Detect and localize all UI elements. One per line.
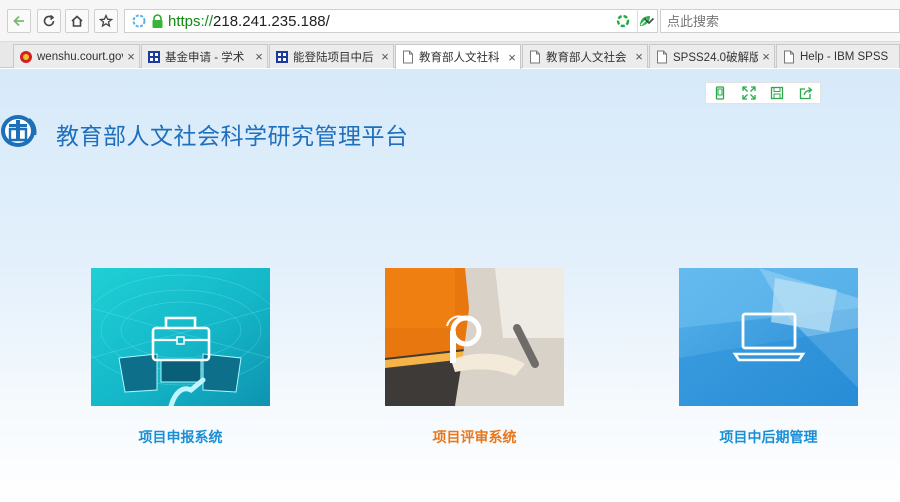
project-review-illustration (385, 268, 564, 406)
page-content: 教育部人文社会科学研究管理平台 项目申报系统 项目评审系统 项目中后期管理 (0, 69, 900, 502)
back-arrow-icon (13, 15, 24, 27)
recycle-icon[interactable] (615, 13, 631, 29)
refresh-button[interactable] (37, 9, 61, 33)
tab-label: 教育部人文社会 (546, 51, 627, 64)
project-application-card[interactable] (91, 268, 270, 406)
tab-fund-application[interactable]: 基金申请 - 学术 × (141, 44, 268, 68)
tab-label: 基金申请 - 学术 (165, 51, 245, 64)
moe-logo-icon (1, 115, 37, 147)
refresh-icon (43, 14, 55, 27)
share-icon[interactable] (799, 86, 813, 100)
home-button[interactable] (65, 9, 89, 33)
page-icon (782, 50, 796, 64)
tab-moe-humanities-2[interactable]: 教育部人文社会 × (522, 44, 648, 68)
back-button[interactable] (7, 9, 31, 33)
page-icon (401, 50, 415, 64)
tab-label: 能登陆项目中后 (293, 51, 374, 64)
tab-spss-crack[interactable]: SPSS24.0破解版 × (649, 44, 775, 68)
save-icon[interactable] (770, 86, 784, 100)
project-review-card[interactable] (385, 268, 564, 406)
home-icon (71, 15, 83, 27)
site-identity-icon (132, 14, 146, 28)
fullscreen-icon[interactable] (742, 86, 756, 100)
chevron-down-icon (643, 17, 654, 25)
moe-logo (0, 111, 44, 156)
favorite-button[interactable] (94, 9, 118, 33)
court-emblem-icon (19, 50, 33, 64)
search-input[interactable] (667, 13, 887, 29)
site-favicon-icon (147, 50, 161, 64)
site-favicon-icon (275, 50, 289, 64)
tab-close-button[interactable]: × (251, 49, 267, 64)
project-management-card[interactable] (679, 268, 858, 406)
tab-label: SPSS24.0破解版 (673, 51, 758, 64)
tab-moe-humanities-active[interactable]: 教育部人文社科 × (395, 44, 521, 69)
browser-toolbar: https://218.241.235.188/ (0, 0, 900, 42)
page-icon (528, 50, 542, 64)
tab-close-button[interactable]: × (631, 49, 647, 64)
lock-icon (152, 13, 163, 28)
tab-login-question[interactable]: 能登陆项目中后 × (269, 44, 394, 68)
tab-label: 教育部人文社科 (419, 52, 500, 64)
tab-close-button[interactable]: × (377, 49, 393, 64)
tab-wenshu[interactable]: wenshu.court.gov × (13, 44, 140, 68)
tab-bar: wenshu.court.gov × 基金申请 - 学术 × 能登陆项目中后 ×… (0, 42, 900, 69)
url-text: https://218.241.235.188/ (168, 12, 330, 30)
project-review-link[interactable]: 项目评审系统 (385, 427, 564, 447)
tab-close-button[interactable]: × (504, 50, 520, 65)
tab-label: Help - IBM SPSS (800, 50, 889, 63)
phone-icon[interactable] (713, 86, 727, 100)
project-application-illustration (91, 268, 270, 406)
address-dropdown-button[interactable] (637, 9, 659, 33)
page-icon (655, 50, 669, 64)
page-tools (705, 82, 821, 104)
project-application-link[interactable]: 项目申报系统 (91, 427, 270, 447)
tab-ibm-spss-help[interactable]: Help - IBM SPSS (776, 44, 900, 68)
page-title: 教育部人文社会科学研究管理平台 (56, 124, 409, 150)
project-management-illustration (679, 268, 858, 406)
search-box[interactable] (660, 9, 900, 33)
tab-close-button[interactable]: × (758, 49, 774, 64)
tab-close-button[interactable]: × (123, 49, 139, 64)
tab-label: wenshu.court.gov (37, 50, 123, 63)
project-management-link[interactable]: 项目中后期管理 (679, 427, 858, 447)
star-icon (99, 14, 113, 28)
address-bar[interactable]: https://218.241.235.188/ (124, 9, 658, 33)
